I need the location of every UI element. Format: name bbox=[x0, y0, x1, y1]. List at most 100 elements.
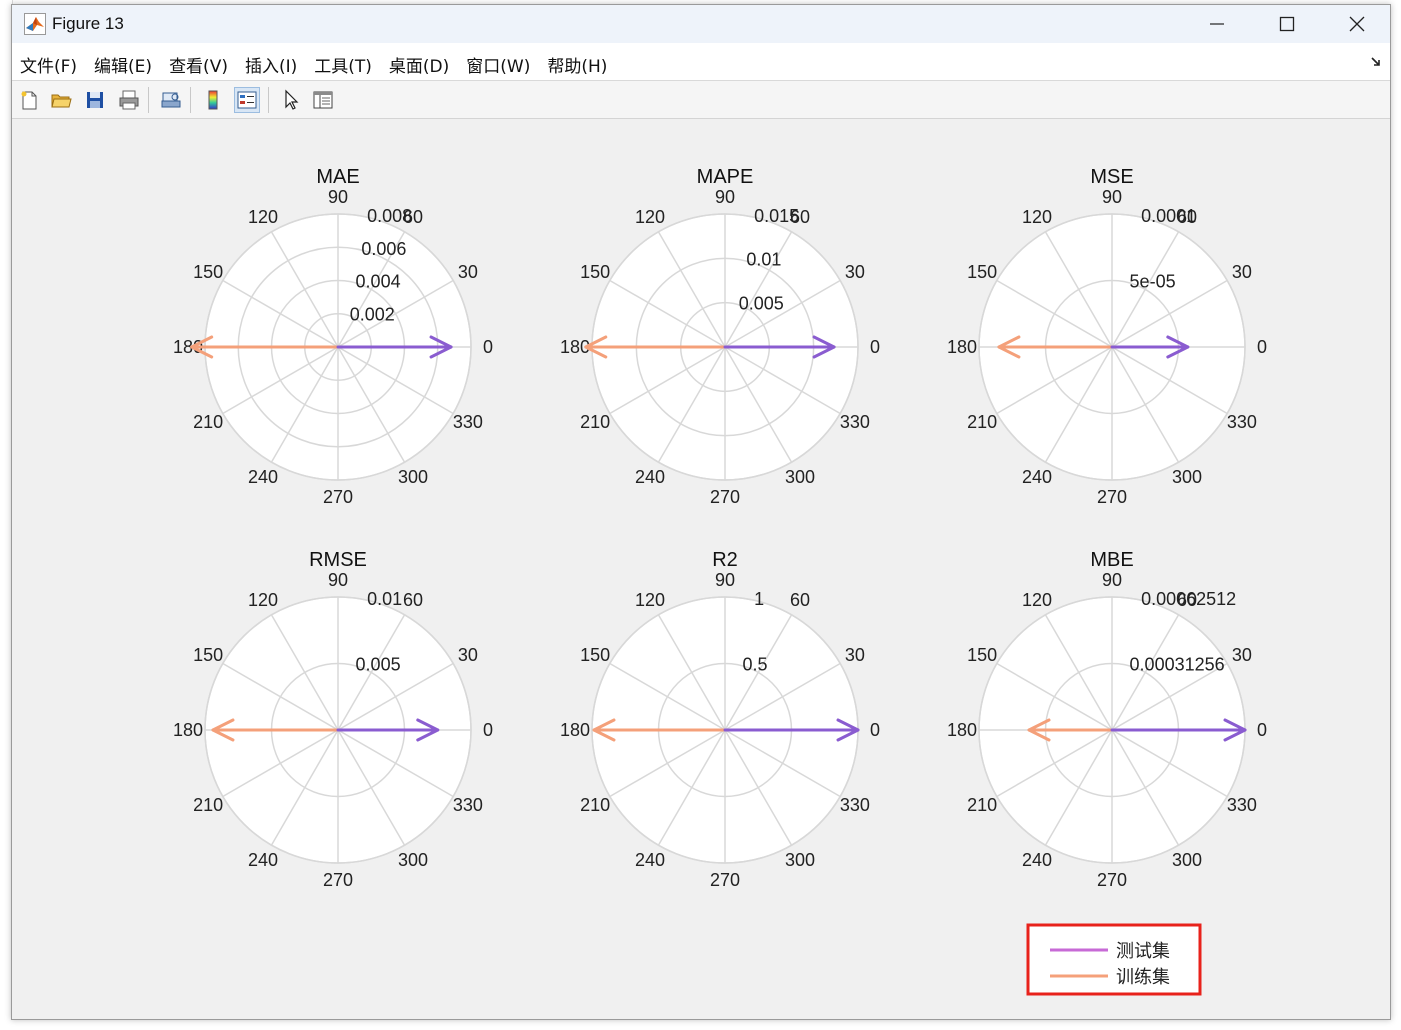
angle-tick-label: 330 bbox=[840, 412, 870, 432]
radial-tick-label: 0.002 bbox=[350, 304, 395, 324]
menu-item[interactable]: 帮助(H) bbox=[547, 52, 607, 77]
angle-tick-label: 150 bbox=[967, 645, 997, 665]
angle-tick-label: 30 bbox=[845, 262, 865, 282]
plot-title: R2 bbox=[712, 549, 738, 571]
angle-tick-label: 180 bbox=[947, 337, 977, 357]
polar-axes: 0 30 60 90 120 150 180 210 240 270 300 330 0.5 1 R2 bbox=[560, 549, 880, 890]
maximize-icon bbox=[1279, 16, 1295, 32]
angle-tick-label: 30 bbox=[458, 645, 478, 665]
menu-item[interactable]: 查看(V) bbox=[169, 52, 228, 77]
minimize-icon bbox=[1210, 23, 1224, 25]
save-button[interactable] bbox=[82, 87, 108, 113]
angle-tick-label: 240 bbox=[635, 467, 665, 487]
angle-tick-label: 330 bbox=[1227, 412, 1257, 432]
angle-tick-label: 240 bbox=[248, 467, 278, 487]
plot-title: MAPE bbox=[697, 166, 754, 188]
figure-toolbar bbox=[12, 81, 1390, 119]
angle-tick-label: 120 bbox=[635, 590, 665, 610]
angle-tick-label: 240 bbox=[635, 850, 665, 870]
angle-tick-label: 330 bbox=[840, 795, 870, 815]
menu-item[interactable]: 工具(T) bbox=[314, 52, 372, 77]
radial-tick-label: 1 bbox=[754, 589, 764, 609]
matlab-icon bbox=[24, 13, 46, 35]
angle-tick-label: 30 bbox=[1232, 262, 1252, 282]
angle-tick-label: 0 bbox=[483, 337, 493, 357]
edit-plot-button[interactable] bbox=[278, 87, 304, 113]
minimize-button[interactable] bbox=[1182, 5, 1252, 43]
insert-legend-button[interactable] bbox=[234, 87, 260, 113]
menu-list: 文件(F) 编辑(E) 查看(V) 插入(I) 工具(T) 桌面(D) 窗口(W) 帮助(H) bbox=[20, 52, 624, 77]
angle-tick-label: 90 bbox=[1102, 570, 1122, 590]
angle-tick-label: 60 bbox=[790, 590, 810, 610]
angle-tick-label: 330 bbox=[1227, 795, 1257, 815]
angle-tick-label: 300 bbox=[398, 467, 428, 487]
print-preview-button[interactable] bbox=[158, 87, 184, 113]
menu-item[interactable]: 插入(I) bbox=[245, 52, 297, 77]
new-figure-button[interactable] bbox=[16, 87, 42, 113]
printer-icon bbox=[119, 90, 139, 110]
angle-tick-label: 210 bbox=[193, 795, 223, 815]
angle-tick-label: 270 bbox=[323, 870, 353, 890]
menu-item[interactable]: 编辑(E) bbox=[94, 52, 152, 77]
radial-tick-label: 0.004 bbox=[356, 272, 401, 292]
angle-tick-label: 120 bbox=[1022, 590, 1052, 610]
polar-axes: 03060901201501802102402703003305e-050.00… bbox=[947, 166, 1267, 507]
maximize-button[interactable] bbox=[1252, 5, 1322, 43]
angle-tick-label: 0 bbox=[1257, 720, 1267, 740]
angle-tick-label: 270 bbox=[710, 870, 740, 890]
floppy-disk-icon bbox=[87, 92, 103, 108]
menu-item[interactable]: 窗口(W) bbox=[466, 52, 530, 77]
title-bar[interactable]: Figure 13 bbox=[12, 5, 1390, 43]
polar-axes: 03060901201501802102402703003300.0050.01… bbox=[560, 166, 880, 507]
angle-tick-label: 210 bbox=[967, 795, 997, 815]
menu-item[interactable]: 文件(F) bbox=[20, 52, 77, 77]
background-editor-right bbox=[1392, 0, 1401, 1030]
new-file-icon bbox=[21, 91, 37, 110]
angle-tick-label: 30 bbox=[1232, 645, 1252, 665]
angle-tick-label: 300 bbox=[1172, 467, 1202, 487]
angle-tick-label: 90 bbox=[1102, 187, 1122, 207]
angle-tick-label: 210 bbox=[193, 412, 223, 432]
angle-tick-label: 0 bbox=[483, 720, 493, 740]
angle-tick-label: 150 bbox=[193, 645, 223, 665]
close-icon bbox=[1349, 16, 1365, 32]
angle-tick-label: 150 bbox=[193, 262, 223, 282]
angle-tick-label: 270 bbox=[710, 487, 740, 507]
colorbar-icon bbox=[208, 90, 218, 110]
open-file-button[interactable] bbox=[48, 87, 74, 113]
radial-tick-label: 0.015 bbox=[754, 206, 799, 226]
angle-tick-label: 60 bbox=[403, 590, 423, 610]
radial-tick-label: 0.0001 bbox=[1141, 206, 1196, 226]
insert-colorbar-button[interactable] bbox=[200, 87, 226, 113]
radial-tick-label: 0.00062512 bbox=[1141, 589, 1236, 609]
plot-title: MAE bbox=[316, 166, 359, 188]
legend[interactable]: 测试集 训练集 bbox=[1026, 923, 1202, 996]
plot-tools-icon bbox=[313, 91, 333, 109]
angle-tick-label: 120 bbox=[635, 207, 665, 227]
folder-open-icon bbox=[51, 94, 72, 108]
angle-tick-label: 0 bbox=[870, 720, 880, 740]
print-button[interactable] bbox=[116, 87, 142, 113]
dock-arrow-icon[interactable] bbox=[1370, 55, 1384, 69]
radial-tick-label: 0.006 bbox=[361, 239, 406, 259]
angle-tick-label: 270 bbox=[323, 487, 353, 507]
radial-tick-label: 0.01 bbox=[746, 250, 781, 270]
angle-tick-label: 0 bbox=[1257, 337, 1267, 357]
toolbar-separator bbox=[268, 87, 269, 113]
angle-tick-label: 240 bbox=[1022, 467, 1052, 487]
toolbar-separator bbox=[148, 87, 149, 113]
angle-tick-label: 180 bbox=[560, 720, 590, 740]
radial-tick-label: 0.01 bbox=[367, 589, 402, 609]
angle-tick-label: 120 bbox=[248, 590, 278, 610]
angle-tick-label: 270 bbox=[1097, 870, 1127, 890]
angle-tick-label: 0 bbox=[870, 337, 880, 357]
angle-tick-label: 300 bbox=[785, 850, 815, 870]
angle-tick-label: 90 bbox=[715, 570, 735, 590]
menu-item[interactable]: 桌面(D) bbox=[389, 52, 449, 77]
angle-tick-label: 90 bbox=[328, 570, 348, 590]
legend-train-label: 训练集 bbox=[1116, 967, 1170, 988]
property-inspector-button[interactable] bbox=[310, 87, 336, 113]
angle-tick-label: 30 bbox=[845, 645, 865, 665]
radial-tick-label: 0.008 bbox=[367, 206, 412, 226]
close-button[interactable] bbox=[1322, 5, 1392, 43]
